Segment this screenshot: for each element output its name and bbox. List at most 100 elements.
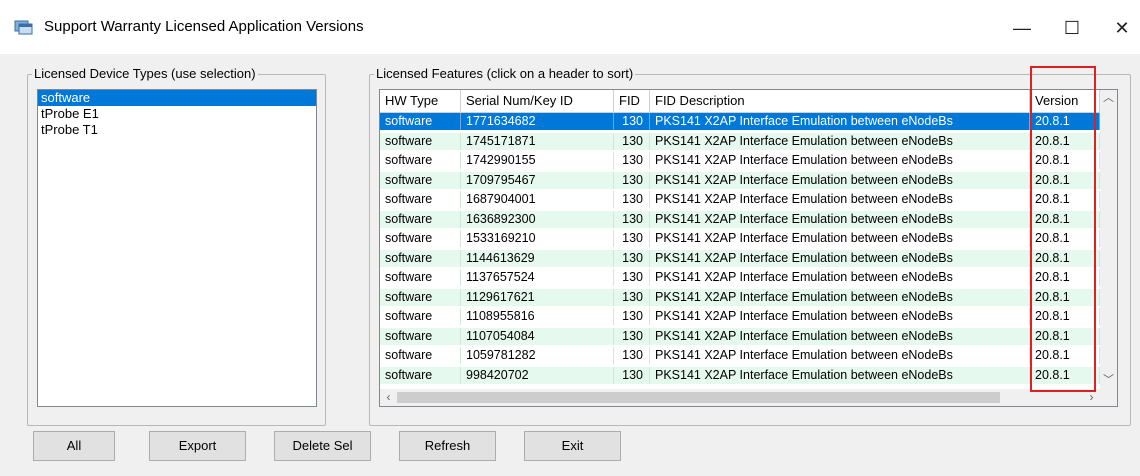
cell-fid-description: PKS141 X2AP Interface Emulation between … (650, 366, 1030, 384)
cell-hw-type: software (380, 210, 461, 228)
table-row[interactable]: software 1059781282 130 PKS141 X2AP Interfa… (380, 347, 1100, 364)
cell-hw-type: software (380, 327, 461, 345)
cell-fid-description: PKS141 X2AP Interface Emulation between … (650, 327, 1030, 345)
cell-fid: 130 (614, 132, 650, 150)
cell-hw-type: software (380, 249, 461, 267)
chevron-down-icon[interactable]: ﹀ (1100, 372, 1117, 389)
table-row[interactable]: software 1745171871 130 PKS141 X2AP Interfa… (380, 132, 1100, 150)
features-group-label: Licensed Features (click on a header to … (374, 66, 636, 82)
column-header-fid[interactable]: FID (614, 90, 650, 112)
vertical-scrollbar[interactable]: ︿ ﹀ (1100, 90, 1117, 389)
table-row[interactable]: software 1636892300 130 PKS141 X2AP Interfa… (380, 210, 1100, 228)
cell-version: 20.8.1 (1030, 210, 1100, 228)
cell-fid: 130 (614, 347, 650, 364)
cell-fid: 130 (614, 191, 650, 208)
refresh-button[interactable]: Refresh (399, 431, 496, 461)
table-row[interactable]: software 1533169210 130 PKS141 X2AP Interfa… (380, 230, 1100, 247)
cell-serial-num: 1108955816 (461, 308, 614, 325)
cell-hw-type: software (380, 191, 461, 208)
cell-fid-description: PKS141 X2AP Interface Emulation between … (650, 288, 1030, 306)
cell-serial-num: 1742990155 (461, 152, 614, 169)
horizontal-scrollbar[interactable]: ‹ › (380, 389, 1100, 406)
cell-fid: 130 (614, 152, 650, 169)
features-table-header: HW Type Serial Num/Key ID FID FID Descripti… (380, 90, 1100, 113)
cell-fid-description: PKS141 X2AP Interface Emulation between … (650, 308, 1030, 325)
cell-hw-type: software (380, 132, 461, 150)
horizontal-scroll-thumb[interactable] (397, 392, 1000, 403)
table-row[interactable]: software 1709795467 130 PKS141 X2AP Interfa… (380, 171, 1100, 189)
title-bar: Support Warranty Licensed Application Ve… (0, 0, 1140, 54)
chevron-up-icon[interactable]: ︿ (1100, 90, 1117, 107)
cell-fid-description: PKS141 X2AP Interface Emulation between … (650, 171, 1030, 189)
cell-fid: 130 (614, 210, 650, 228)
cell-serial-num: 1533169210 (461, 230, 614, 247)
cell-fid-description: PKS141 X2AP Interface Emulation between … (650, 191, 1030, 208)
cell-hw-type: software (380, 113, 461, 130)
cell-serial-num: 1771634682 (461, 113, 614, 130)
features-table[interactable]: HW Type Serial Num/Key ID FID FID Descripti… (379, 89, 1118, 407)
cell-hw-type: software (380, 288, 461, 306)
cell-fid: 130 (614, 288, 650, 306)
maximize-button[interactable]: ☐ (1050, 8, 1094, 48)
cell-fid: 130 (614, 249, 650, 267)
column-header-hw-type[interactable]: HW Type (380, 90, 461, 112)
cell-version: 20.8.1 (1030, 113, 1100, 130)
cell-fid: 130 (614, 327, 650, 345)
chevron-right-icon[interactable]: › (1083, 389, 1100, 406)
exit-button[interactable]: Exit (524, 431, 621, 461)
table-row[interactable]: software 1742990155 130 PKS141 X2AP Interfa… (380, 152, 1100, 169)
cell-serial-num: 1059781282 (461, 347, 614, 364)
table-row[interactable]: software 1129617621 130 PKS141 X2AP Interfa… (380, 288, 1100, 306)
table-row[interactable]: software 1108955816 130 PKS141 X2AP Interfa… (380, 308, 1100, 325)
device-type-item[interactable]: tProbe T1 (38, 122, 316, 138)
cell-fid: 130 (614, 113, 650, 130)
cell-fid: 130 (614, 366, 650, 384)
cell-fid: 130 (614, 308, 650, 325)
application-window-icon (14, 18, 34, 36)
device-type-item[interactable]: tProbe E1 (38, 106, 316, 122)
delete-sel-button[interactable]: Delete Sel (274, 431, 371, 461)
table-row[interactable]: software 1144613629 130 PKS141 X2AP Interfa… (380, 249, 1100, 267)
table-row[interactable]: software 1107054084 130 PKS141 X2AP Interfa… (380, 327, 1100, 345)
cell-hw-type: software (380, 171, 461, 189)
table-row[interactable]: software 1687904001 130 PKS141 X2AP Interfa… (380, 191, 1100, 208)
column-header-fid-description[interactable]: FID Description (650, 90, 1030, 112)
close-button[interactable]: ✕ (1100, 8, 1140, 48)
cell-fid-description: PKS141 X2AP Interface Emulation between … (650, 152, 1030, 169)
cell-serial-num: 1137657524 (461, 269, 614, 286)
device-types-list[interactable]: software tProbe E1 tProbe T1 (37, 89, 317, 407)
cell-hw-type: software (380, 366, 461, 384)
cell-version: 20.8.1 (1030, 152, 1100, 169)
device-type-item[interactable]: software (38, 90, 316, 106)
window-title: Support Warranty Licensed Application Ve… (44, 18, 364, 35)
cell-version: 20.8.1 (1030, 308, 1100, 325)
cell-serial-num: 1709795467 (461, 171, 614, 189)
cell-version: 20.8.1 (1030, 132, 1100, 150)
cell-fid-description: PKS141 X2AP Interface Emulation between … (650, 113, 1030, 130)
cell-fid: 130 (614, 171, 650, 189)
column-header-version[interactable]: Version (1030, 90, 1100, 112)
cell-version: 20.8.1 (1030, 288, 1100, 306)
cell-hw-type: software (380, 152, 461, 169)
cell-version: 20.8.1 (1030, 249, 1100, 267)
all-button[interactable]: All (33, 431, 115, 461)
column-header-serial-num[interactable]: Serial Num/Key ID (461, 90, 614, 112)
cell-serial-num: 1144613629 (461, 249, 614, 267)
cell-hw-type: software (380, 269, 461, 286)
cell-version: 20.8.1 (1030, 327, 1100, 345)
cell-version: 20.8.1 (1030, 366, 1100, 384)
cell-hw-type: software (380, 347, 461, 364)
export-button[interactable]: Export (149, 431, 246, 461)
table-row[interactable]: software 998420702 130 PKS141 X2AP Interfac… (380, 366, 1100, 384)
cell-serial-num: 1107054084 (461, 327, 614, 345)
cell-fid: 130 (614, 230, 650, 247)
cell-version: 20.8.1 (1030, 171, 1100, 189)
minimize-button[interactable]: — (1000, 8, 1044, 48)
table-row[interactable]: software 1771634682 130 PKS141 X2AP Interfa… (380, 113, 1100, 130)
cell-hw-type: software (380, 230, 461, 247)
cell-fid-description: PKS141 X2AP Interface Emulation between … (650, 132, 1030, 150)
vertical-scroll-thumb[interactable] (1102, 110, 1115, 260)
table-row[interactable]: software 1137657524 130 PKS141 X2AP Interfa… (380, 269, 1100, 286)
chevron-left-icon[interactable]: ‹ (380, 389, 397, 406)
cell-fid-description: PKS141 X2AP Interface Emulation between … (650, 269, 1030, 286)
